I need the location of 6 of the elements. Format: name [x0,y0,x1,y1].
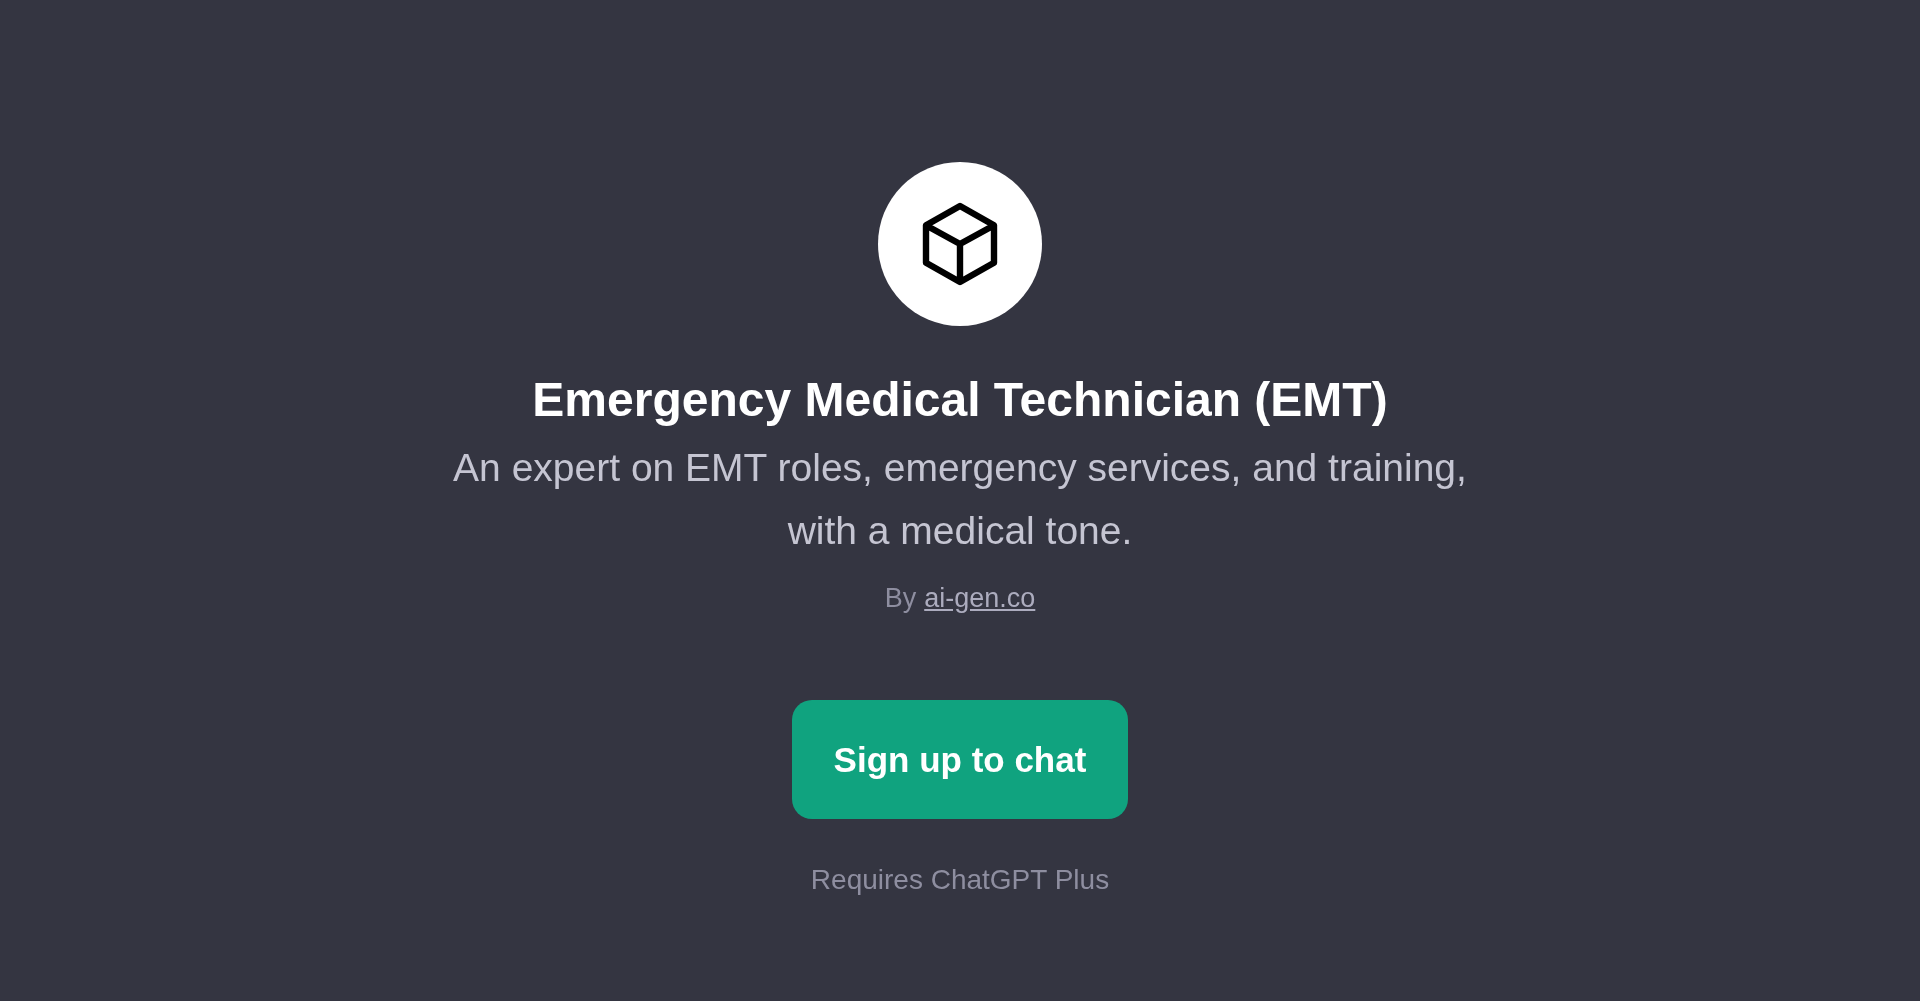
by-label: By [884,582,917,615]
description: An expert on EMT roles, emergency services, and training, with a medical tone. [452,445,1468,554]
author-link[interactable]: ai-gen.co [924,580,1036,616]
requirement-note: Requires ChatGPT Plus [810,863,1110,897]
page-title: Emergency Medical Technician (EMT) [532,372,1388,428]
sign-up-button[interactable]: Sign up to chat [792,700,1128,819]
